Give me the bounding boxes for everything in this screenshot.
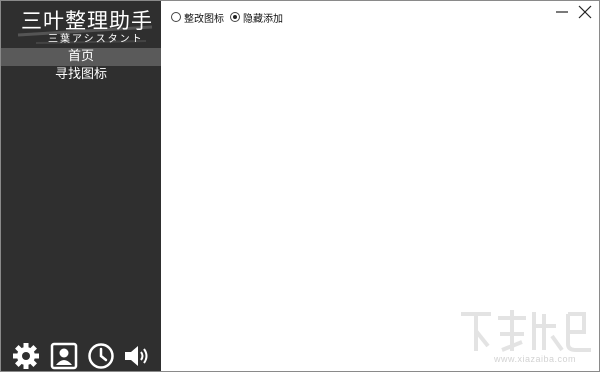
radio-fix-icons[interactable] xyxy=(171,12,181,22)
radio-hide-add-label[interactable]: 隐藏添加 xyxy=(243,10,283,25)
sidebar-item-find-icons[interactable]: 寻找图标 xyxy=(1,66,161,84)
user-card-icon[interactable] xyxy=(49,341,79,371)
close-icon[interactable] xyxy=(577,4,593,20)
sidebar-item-home[interactable]: 首页 xyxy=(1,48,161,66)
watermark-site: www.xiazaiba.com xyxy=(494,354,577,364)
radio-hide-add[interactable] xyxy=(230,12,240,22)
radio-fix-icons-label[interactable]: 整改图标 xyxy=(184,10,224,25)
app-subtitle: 三葉アシスタント xyxy=(48,34,144,45)
speaker-icon[interactable] xyxy=(122,341,152,371)
sidebar: 三叶整理助手 三葉アシスタント 首页 寻找图标 xyxy=(1,1,161,371)
sidebar-toolbar xyxy=(1,341,161,371)
sidebar-item-label: 首页 xyxy=(67,49,94,64)
gear-icon[interactable] xyxy=(11,341,41,371)
sidebar-item-label: 寻找图标 xyxy=(54,67,107,82)
app-window: 三叶整理助手 三葉アシスタント 首页 寻找图标 整改图标 隐藏添加 www.xi… xyxy=(0,0,600,372)
mode-options: 整改图标 隐藏添加 xyxy=(171,9,289,25)
clock-icon[interactable] xyxy=(86,341,116,371)
minimize-icon[interactable] xyxy=(554,4,570,20)
app-logo: 三叶整理助手 三葉アシスタント xyxy=(16,5,156,45)
